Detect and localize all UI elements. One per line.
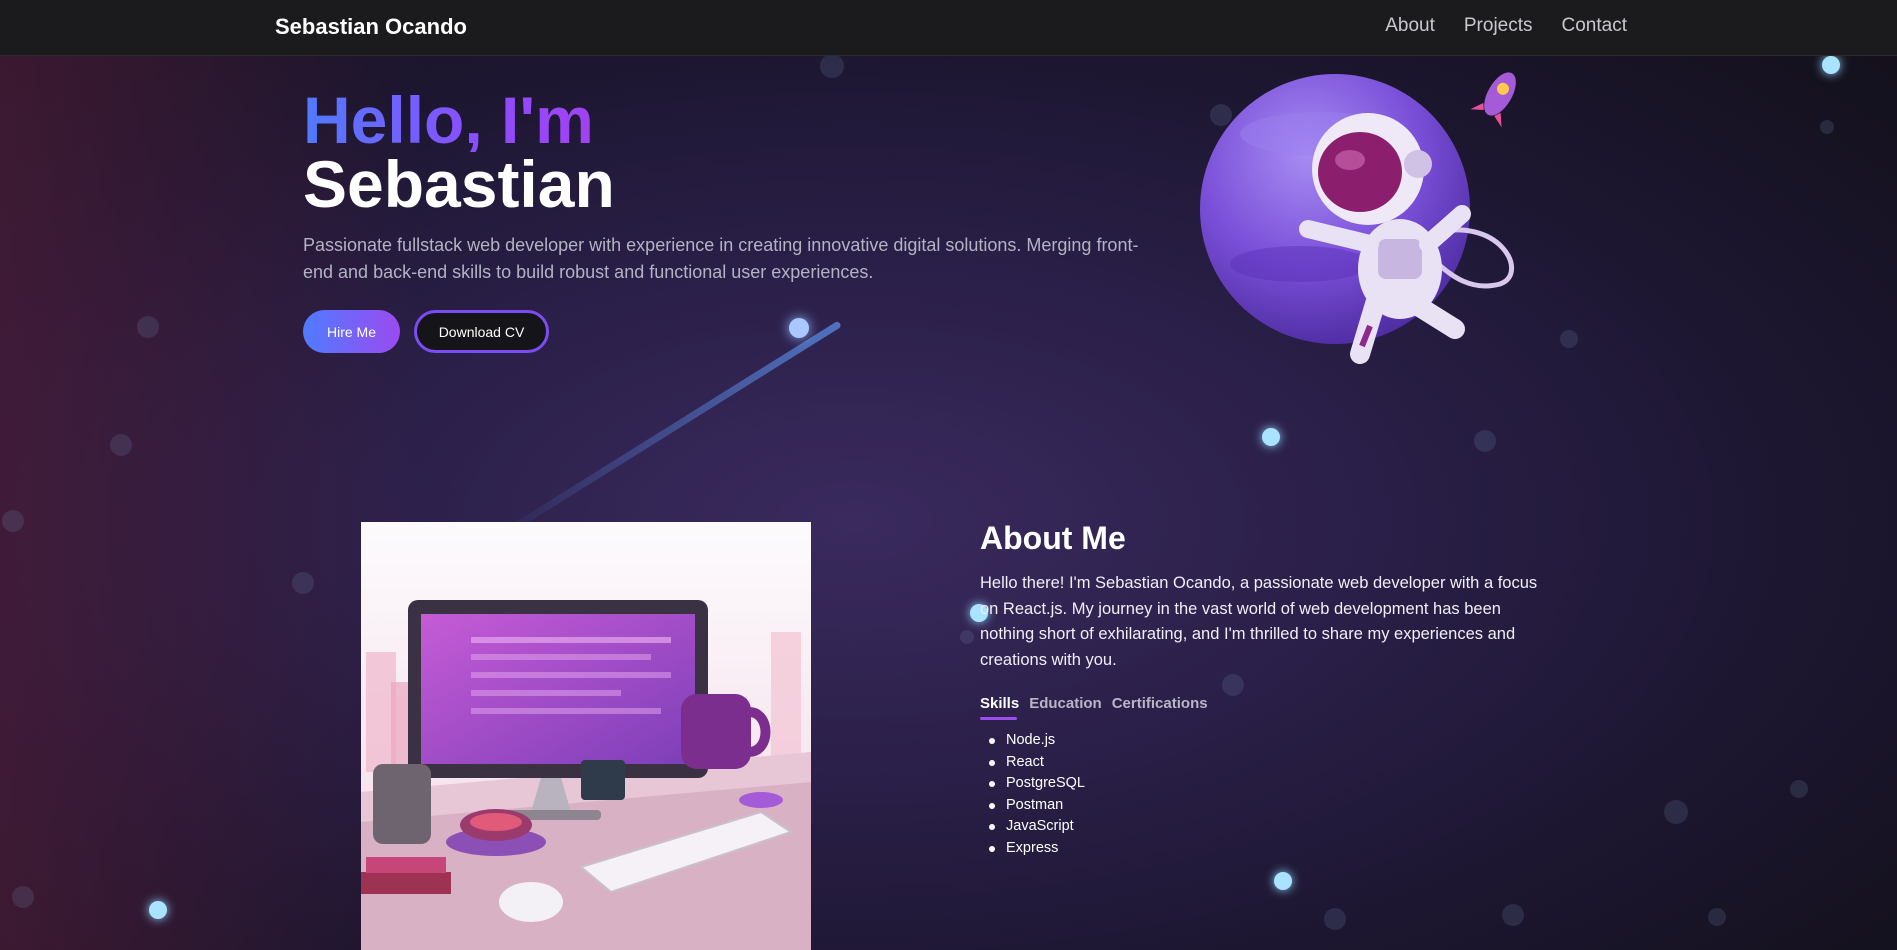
tab-skills[interactable]: Skills [980,695,1019,720]
about-section: About Me Hello there! I'm Sebastian Ocan… [980,520,1540,859]
astronaut-planet-illustration [1200,64,1560,384]
nav-links: About Projects Contact [1385,15,1627,37]
about-description: Hello there! I'm Sebastian Ocando, a pas… [980,574,1538,669]
nav-link-contact[interactable]: Contact [1562,15,1627,37]
skill-item: Express [989,838,1540,860]
comet-trail [490,320,842,544]
hero-description: Passionate fullstack web developer with … [303,235,1139,282]
skills-list: Node.js React PostgreSQL Postman JavaScr… [980,730,1540,859]
about-title: About Me [980,520,1126,556]
hero-name: Sebastian [303,147,615,221]
hero-buttons: Hire Me Download CV [303,310,1163,353]
download-cv-button[interactable]: Download CV [414,310,549,353]
tab-education[interactable]: Education [1029,695,1102,720]
hero-greeting: Hello, I'm [303,83,594,157]
desk-computer-illustration [361,522,811,950]
about-tabs: Skills Education Certifications [980,695,1540,720]
tab-certifications[interactable]: Certifications [1112,695,1208,720]
astronaut-illustration-svg [1200,72,1516,364]
brand-logo[interactable]: Sebastian Ocando [275,14,467,40]
skill-item: Node.js [989,730,1540,752]
skill-item: Postman [989,795,1540,817]
workspace-illustration [361,522,811,950]
nav-link-projects[interactable]: Projects [1464,15,1533,37]
top-navbar: Sebastian Ocando About Projects Contact [0,0,1897,56]
hero-section: Hello, I'm Sebastian Passionate fullstac… [303,83,1163,353]
skill-item: PostgreSQL [989,773,1540,795]
nav-link-about[interactable]: About [1385,15,1435,37]
hire-me-button[interactable]: Hire Me [303,310,400,353]
skill-item: React [989,752,1540,774]
skill-item: JavaScript [989,816,1540,838]
